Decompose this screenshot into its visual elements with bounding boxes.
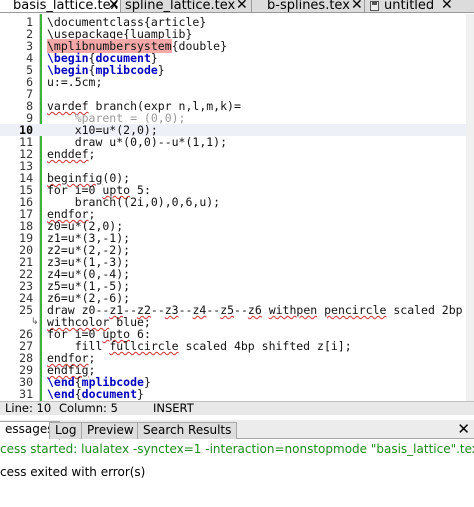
message-process-started: cess started: lualatex -synctex=1 -inter…	[0, 442, 474, 456]
line-code: \end{document}	[47, 387, 144, 401]
message-process-exited: cess exited with error(s)	[0, 465, 146, 479]
vertical-scrollbar[interactable]	[466, 14, 474, 401]
edit-mode: INSERT	[153, 401, 194, 415]
tab-search-results[interactable]: Search Results	[137, 422, 238, 439]
close-icon[interactable]: ✕	[351, 0, 363, 12]
tab-basis-lattice[interactable]: basis_lattice.tex ✕	[0, 0, 120, 13]
close-icon[interactable]: ✕	[108, 0, 120, 12]
panel-tab-bar: essages Log Preview Search Results ✕	[0, 420, 474, 440]
tab-label: b-splines.tex	[267, 0, 350, 13]
close-icon[interactable]: ✕	[236, 0, 248, 12]
line-code: u:=.5cm;	[47, 75, 103, 89]
document-tab-bar: basis_lattice.tex ✕ spline_lattice.tex ✕…	[0, 0, 474, 13]
close-icon[interactable]: ✕	[441, 0, 453, 12]
code-line[interactable]: 6 u:=.5cm;	[0, 76, 474, 88]
code-editor[interactable]: 1 \documentclass{article} 2 \usepackage{lua…	[0, 14, 474, 401]
tab-spline-lattice[interactable]: spline_lattice.tex ✕	[121, 0, 251, 13]
tab-b-splines[interactable]: b-splines.tex ✕	[252, 0, 364, 13]
cursor-line: Line: 10	[5, 401, 52, 415]
code-line[interactable]: 31 \end{document}	[0, 388, 474, 400]
status-bar: Line: 10 Column: 5 INSERT	[0, 401, 474, 415]
tab-untitled[interactable]: untitled ✕	[365, 0, 474, 12]
save-icon	[370, 1, 379, 11]
tab-preview[interactable]: Preview	[81, 422, 140, 439]
tab-label: spline_lattice.tex	[125, 0, 236, 13]
line-number: 31	[19, 387, 33, 401]
tab-label: basis_lattice.tex	[13, 0, 119, 13]
line-number: 25	[19, 303, 33, 317]
close-icon[interactable]: ✕	[457, 421, 470, 437]
messages-panel: cess started: lualatex -synctex=1 -inter…	[0, 440, 474, 507]
tab-log[interactable]: Log	[49, 422, 83, 439]
cursor-column: Column: 5	[59, 401, 118, 415]
line-code: enddef;	[47, 147, 96, 161]
code-line[interactable]: 12 enddef;	[0, 148, 474, 160]
